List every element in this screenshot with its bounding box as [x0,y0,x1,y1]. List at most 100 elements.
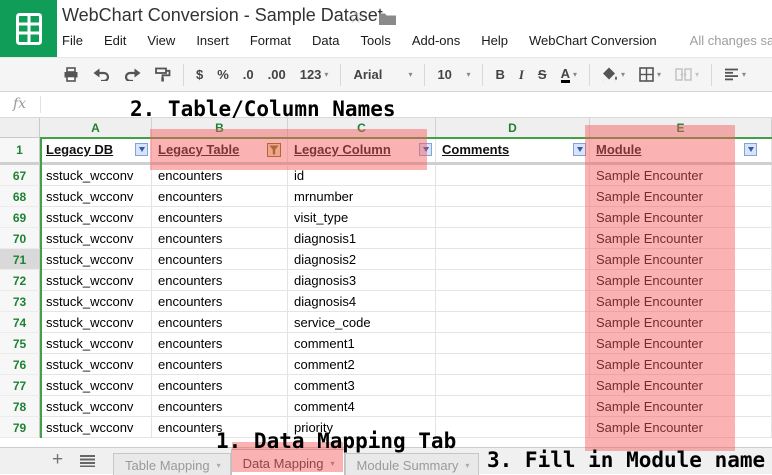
cell-a77[interactable]: sstuck_wcconv [40,375,152,396]
cell-a74[interactable]: sstuck_wcconv [40,312,152,333]
menu-insert[interactable]: Insert [196,33,229,48]
menu-data[interactable]: Data [312,33,339,48]
cell-d74[interactable] [436,312,590,333]
row-header-71[interactable]: 71 [0,249,40,270]
print-icon[interactable] [56,65,86,84]
cell-a71[interactable]: sstuck_wcconv [40,249,152,270]
column-header-d[interactable]: D [436,118,590,138]
column-header-a[interactable]: A [40,118,152,138]
row-header-1[interactable]: 1 [0,138,40,162]
cell-a78[interactable]: sstuck_wcconv [40,396,152,417]
cell-a68[interactable]: sstuck_wcconv [40,186,152,207]
percent-format-button[interactable]: % [210,65,236,84]
filter-dropdown-icon[interactable] [135,143,148,156]
cell-b69[interactable]: encounters [152,207,288,228]
cell-d73[interactable] [436,291,590,312]
row-header-75[interactable]: 75 [0,333,40,354]
cell-c68[interactable]: mrnumber [288,186,436,207]
menu-edit[interactable]: Edit [104,33,126,48]
cell-b70[interactable]: encounters [152,228,288,249]
cell-c76[interactable]: comment2 [288,354,436,375]
cell-d67[interactable] [436,165,590,186]
cell-d78[interactable] [436,396,590,417]
cell-a69[interactable]: sstuck_wcconv [40,207,152,228]
sheet-tab-table-mapping[interactable]: Table Mapping▾ [113,453,231,475]
cell-c74[interactable]: service_code [288,312,436,333]
cell-b75[interactable]: encounters [152,333,288,354]
menu-format[interactable]: Format [250,33,291,48]
cell-c72[interactable]: diagnosis3 [288,270,436,291]
more-formats-button[interactable]: 123 ▾ [293,65,336,84]
cell-a67[interactable]: sstuck_wcconv [40,165,152,186]
row-header-76[interactable]: 76 [0,354,40,375]
row-header-68[interactable]: 68 [0,186,40,207]
menu-tools[interactable]: Tools [360,33,390,48]
row-header-73[interactable]: 73 [0,291,40,312]
cell-c77[interactable]: comment3 [288,375,436,396]
cell-a73[interactable]: sstuck_wcconv [40,291,152,312]
merge-cells-button[interactable]: ▾ [668,66,706,83]
cell-d72[interactable] [436,270,590,291]
cell-b73[interactable]: encounters [152,291,288,312]
cell-c78[interactable]: comment4 [288,396,436,417]
header-cell-comments[interactable]: Comments [436,138,590,162]
row-header-69[interactable]: 69 [0,207,40,228]
cell-b71[interactable]: encounters [152,249,288,270]
row-header-79[interactable]: 79 [0,417,40,438]
fill-color-button[interactable]: ▾ [595,65,632,84]
cell-b74[interactable]: encounters [152,312,288,333]
document-title[interactable]: WebChart Conversion - Sample Dataset [62,5,383,26]
cell-a70[interactable]: sstuck_wcconv [40,228,152,249]
currency-format-button[interactable]: $ [189,65,210,84]
folder-icon[interactable] [379,12,396,25]
cell-a76[interactable]: sstuck_wcconv [40,354,152,375]
increase-decimal-button[interactable]: .00 [261,65,293,84]
cell-d68[interactable] [436,186,590,207]
cell-d79[interactable] [436,417,590,438]
menu-view[interactable]: View [147,33,175,48]
redo-icon[interactable] [117,66,148,83]
menu-webchart-conversion[interactable]: WebChart Conversion [529,33,657,48]
row-header-72[interactable]: 72 [0,270,40,291]
cell-a75[interactable]: sstuck_wcconv [40,333,152,354]
cell-d70[interactable] [436,228,590,249]
row-header-77[interactable]: 77 [0,375,40,396]
cell-d77[interactable] [436,375,590,396]
italic-button[interactable]: I [512,65,531,85]
sheets-logo-icon[interactable] [0,0,57,57]
filter-dropdown-icon[interactable] [744,143,757,156]
all-sheets-icon[interactable] [80,455,95,467]
header-cell-legacy-db[interactable]: Legacy DB [40,138,152,162]
sheet-tab-module-summary[interactable]: Module Summary▾ [345,453,480,475]
strikethrough-button[interactable]: S [531,65,554,84]
cell-c70[interactable]: diagnosis1 [288,228,436,249]
cell-b77[interactable]: encounters [152,375,288,396]
cell-c69[interactable]: visit_type [288,207,436,228]
menu-help[interactable]: Help [481,33,508,48]
row-header-78[interactable]: 78 [0,396,40,417]
cell-d71[interactable] [436,249,590,270]
cell-c75[interactable]: comment1 [288,333,436,354]
bold-button[interactable]: B [488,65,511,84]
select-all-corner[interactable] [0,118,40,138]
add-sheet-button[interactable]: + [52,449,63,471]
horizontal-align-button[interactable]: ▾ [717,66,753,83]
undo-icon[interactable] [86,66,117,83]
borders-button[interactable]: ▾ [632,65,668,84]
font-size-select[interactable]: 10 ▾ [430,65,477,84]
decrease-decimal-button[interactable]: .0 [236,65,261,84]
menu-add-ons[interactable]: Add-ons [412,33,460,48]
cell-c73[interactable]: diagnosis4 [288,291,436,312]
cell-a79[interactable]: sstuck_wcconv [40,417,152,438]
row-header-70[interactable]: 70 [0,228,40,249]
cell-b72[interactable]: encounters [152,270,288,291]
cell-a72[interactable]: sstuck_wcconv [40,270,152,291]
font-family-select[interactable]: Arial ▾ [346,65,419,84]
menu-file[interactable]: File [62,33,83,48]
cell-b68[interactable]: encounters [152,186,288,207]
cell-b76[interactable]: encounters [152,354,288,375]
paint-format-icon[interactable] [148,65,178,84]
cell-b78[interactable]: encounters [152,396,288,417]
cell-d75[interactable] [436,333,590,354]
cell-d69[interactable] [436,207,590,228]
